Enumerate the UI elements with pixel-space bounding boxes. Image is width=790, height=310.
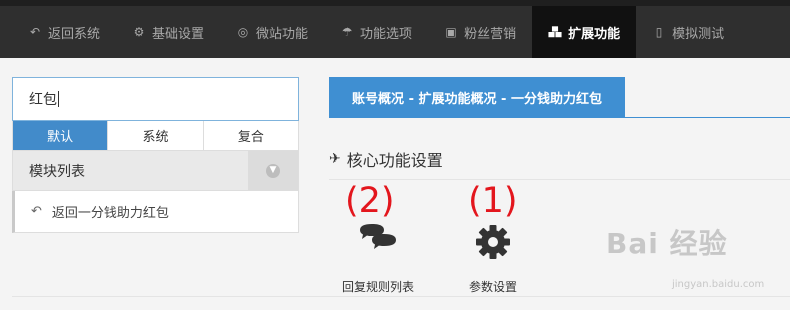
- section-title: 核心功能设置: [346, 151, 443, 170]
- nav-item-label: 粉丝营销: [464, 26, 517, 42]
- chevron-down-icon: ▼: [266, 163, 280, 178]
- tab-default[interactable]: 默认: [13, 121, 108, 150]
- function-label: 参数设置: [468, 280, 517, 294]
- bottom-divider: [12, 296, 790, 297]
- breadcrumb-underline: [329, 117, 790, 118]
- watermark-logo: Bai 经验: [606, 227, 728, 260]
- umbrella-icon: ☂: [341, 25, 353, 39]
- module-tabs: 默认 系统 复合: [12, 121, 299, 151]
- nav-item-fan-marketing[interactable]: ▣ 粉丝营销: [428, 6, 532, 58]
- text-caret: [58, 91, 59, 107]
- module-item-label: 返回一分钱助力红包: [51, 206, 169, 221]
- tab-system[interactable]: 系统: [107, 121, 203, 150]
- cog-icon: [438, 222, 548, 262]
- nav-item-basic-settings[interactable]: ⚙ 基础设置: [116, 6, 220, 58]
- nav-item-label: 功能选项: [360, 26, 413, 42]
- nav-item-microsite[interactable]: ◎ 微站功能: [220, 6, 324, 58]
- function-parameter-settings[interactable]: 参数设置: [438, 222, 548, 295]
- gift-icon: ▣: [445, 25, 457, 39]
- nav-item-simulation-test[interactable]: ▯ 模拟测试: [636, 6, 740, 58]
- nav-item-label: 微站功能: [256, 26, 309, 42]
- gear-icon: ⚙: [133, 25, 145, 39]
- collapse-toggle[interactable]: ▼: [248, 151, 298, 190]
- nav-item-extensions[interactable]: 扩展功能: [532, 6, 637, 58]
- return-icon: ↶: [29, 25, 41, 39]
- section-divider: [329, 179, 790, 180]
- annotation-number: (1): [468, 181, 518, 221]
- nav-item-label: 返回系统: [48, 26, 101, 42]
- nav-item-label: 模拟测试: [672, 26, 725, 42]
- nav-item-return[interactable]: ↶ 返回系统: [12, 6, 116, 58]
- search-input[interactable]: 红包: [12, 77, 299, 121]
- tab-composite[interactable]: 复合: [202, 121, 298, 150]
- nav-item-label: 基础设置: [152, 26, 205, 42]
- cubes-icon: [548, 25, 562, 39]
- main-nav: ↶ 返回系统 ⚙ 基础设置 ◎ 微站功能 ☂ 功能选项 ▣ 粉丝营销 扩展功能 …: [12, 6, 740, 58]
- top-nav-bar: ↶ 返回系统 ⚙ 基础设置 ◎ 微站功能 ☂ 功能选项 ▣ 粉丝营销 扩展功能 …: [0, 0, 790, 58]
- nav-item-function-options[interactable]: ☂ 功能选项: [324, 6, 428, 58]
- function-reply-rules[interactable]: 回复规则列表: [323, 222, 433, 295]
- breadcrumb: 账号概况 - 扩展功能概况 - 一分钱助力红包: [329, 77, 625, 118]
- module-list-title: 模块列表: [29, 163, 85, 180]
- annotation-number: (2): [345, 181, 395, 221]
- comments-icon: [323, 222, 433, 262]
- section-heading: ✈ 核心功能设置: [329, 148, 443, 170]
- module-list-header[interactable]: 模块列表 ▼: [12, 151, 299, 191]
- function-label: 回复规则列表: [341, 280, 414, 294]
- mobile-icon: ▯: [655, 25, 663, 39]
- watermark-url: jingyan.baidu.com: [672, 279, 765, 290]
- plane-icon: ✈: [329, 151, 341, 167]
- return-icon: ↶: [31, 204, 42, 219]
- search-value: 红包: [29, 92, 57, 108]
- module-item-return-red-packet[interactable]: ↶ 返回一分钱助力红包: [12, 191, 299, 233]
- lifebuoy-icon: ◎: [237, 25, 249, 39]
- nav-item-label: 扩展功能: [568, 26, 621, 42]
